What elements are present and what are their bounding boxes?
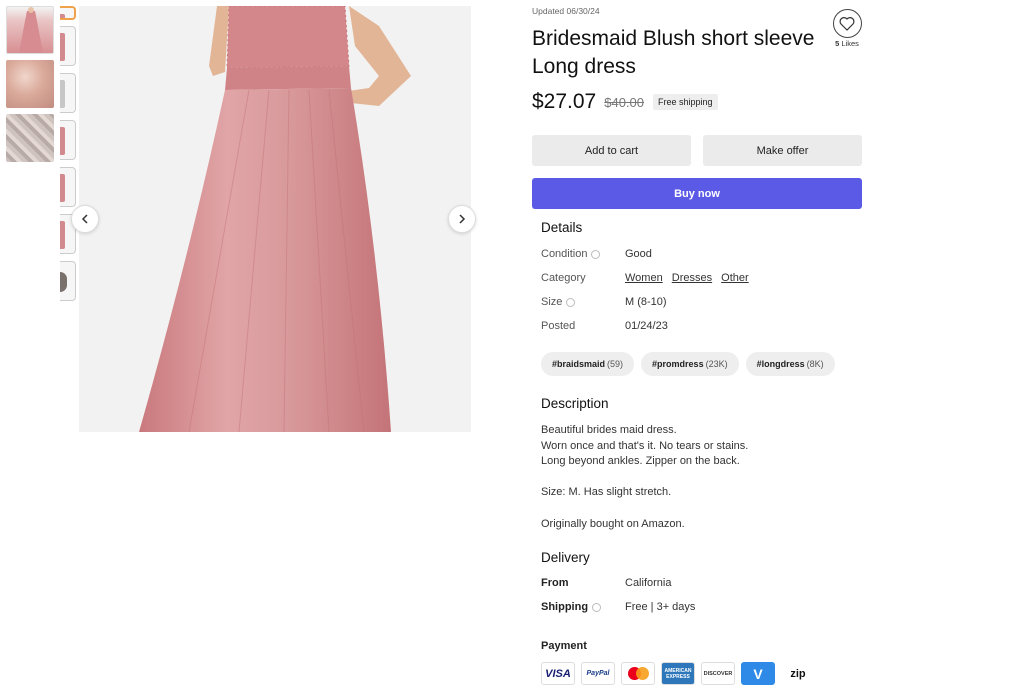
posted-value: 01/24/23 [625,320,668,332]
category-link-other[interactable]: Other [721,272,749,284]
likes-count: 5 Likes [835,39,859,48]
category-link-women[interactable]: Women [625,272,663,284]
shipping-value: Free | 3+ days [625,601,696,613]
thumbnail-strip [60,6,76,308]
shipping-label: Shipping [541,601,625,613]
hashtag-list: #braidsmaid (59) #promdress (23K) #longdre… [541,352,842,376]
strip-thumb-3[interactable] [60,73,76,113]
previous-image-button[interactable] [71,205,99,233]
thumbnail-column [6,6,56,168]
posted-label: Posted [541,320,576,332]
zip-icon: zip [781,662,815,685]
chevron-left-icon [81,214,88,224]
size-row: Size M (8-10) [541,296,861,308]
original-price: $40.00 [604,94,644,110]
description-line: Beautiful brides maid dress. [541,424,677,436]
posted-row: Posted 01/24/23 [541,320,861,332]
current-price: $27.07 [532,90,597,113]
condition-label: Condition [541,248,625,260]
next-image-button[interactable] [448,205,476,233]
payment-heading: Payment [541,640,587,652]
info-icon[interactable] [592,602,602,612]
description-line: Worn once and that's it. No tears or sta… [541,439,749,452]
description-line: Size: M. Has slight stretch. [541,486,672,499]
free-shipping-badge: Free shipping [653,94,718,110]
price-row: $27.07 $40.00 Free shipping [532,90,718,114]
category-row: Category Women Dresses Other [541,272,861,284]
hashtag-chip[interactable]: #promdress (23K) [641,352,739,376]
thumbnail-2[interactable] [6,60,54,108]
size-label: Size [541,296,625,308]
category-link-dresses[interactable]: Dresses [672,272,712,284]
strip-thumb-2[interactable] [60,26,76,66]
discover-icon: DISCOVER [701,662,735,685]
buy-now-button[interactable]: Buy now [532,178,862,209]
shipping-row: Shipping Free | 3+ days [541,601,861,613]
add-to-cart-button[interactable]: Add to cart [532,135,691,166]
payment-methods: VISA PayPal AMERICAN EXPRESS DISCOVER V z… [541,662,821,685]
thumbnail-3[interactable] [6,114,54,162]
strip-thumb-5[interactable] [60,167,76,207]
thumbnail-1[interactable] [6,6,54,54]
paypal-icon: PayPal [581,662,615,685]
make-offer-button[interactable]: Make offer [703,135,862,166]
info-icon[interactable] [591,249,601,259]
like-button[interactable] [832,9,862,38]
strip-thumb-1[interactable] [60,6,76,20]
description-text: Beautiful brides maid dress. Worn once a… [541,423,861,532]
venmo-icon: V [741,662,775,685]
strip-thumb-7[interactable] [60,261,76,301]
description-line: Long beyond ankles. Zipper on the back. [541,455,740,468]
delivery-heading: Delivery [541,550,590,565]
hashtag-chip[interactable]: #longdress (8K) [745,352,835,376]
strip-thumb-4[interactable] [60,120,76,160]
from-row: From California [541,577,861,589]
main-product-image [79,6,471,432]
category-links: Women Dresses Other [625,272,755,284]
visa-icon: VISA [541,662,575,685]
size-value: M (8-10) [625,296,667,308]
hashtag-chip[interactable]: #braidsmaid (59) [541,352,635,376]
amex-icon: AMERICAN EXPRESS [661,662,695,685]
mastercard-icon [621,662,655,685]
condition-value: Good [625,248,652,260]
from-label: From [541,577,569,589]
chevron-right-icon [459,214,466,224]
like-control: 5 Likes [830,9,864,48]
condition-row: Condition Good [541,248,861,260]
from-value: California [625,577,672,589]
description-heading: Description [541,396,609,411]
info-icon[interactable] [566,297,576,307]
description-line: Originally bought on Amazon. [541,517,685,530]
updated-date: Updated 06/30/24 [532,6,600,16]
details-heading: Details [541,220,583,235]
listing-title: Bridesmaid Blush short sleeve Long dress [532,27,815,78]
heart-icon [839,17,855,31]
category-label: Category [541,272,586,284]
